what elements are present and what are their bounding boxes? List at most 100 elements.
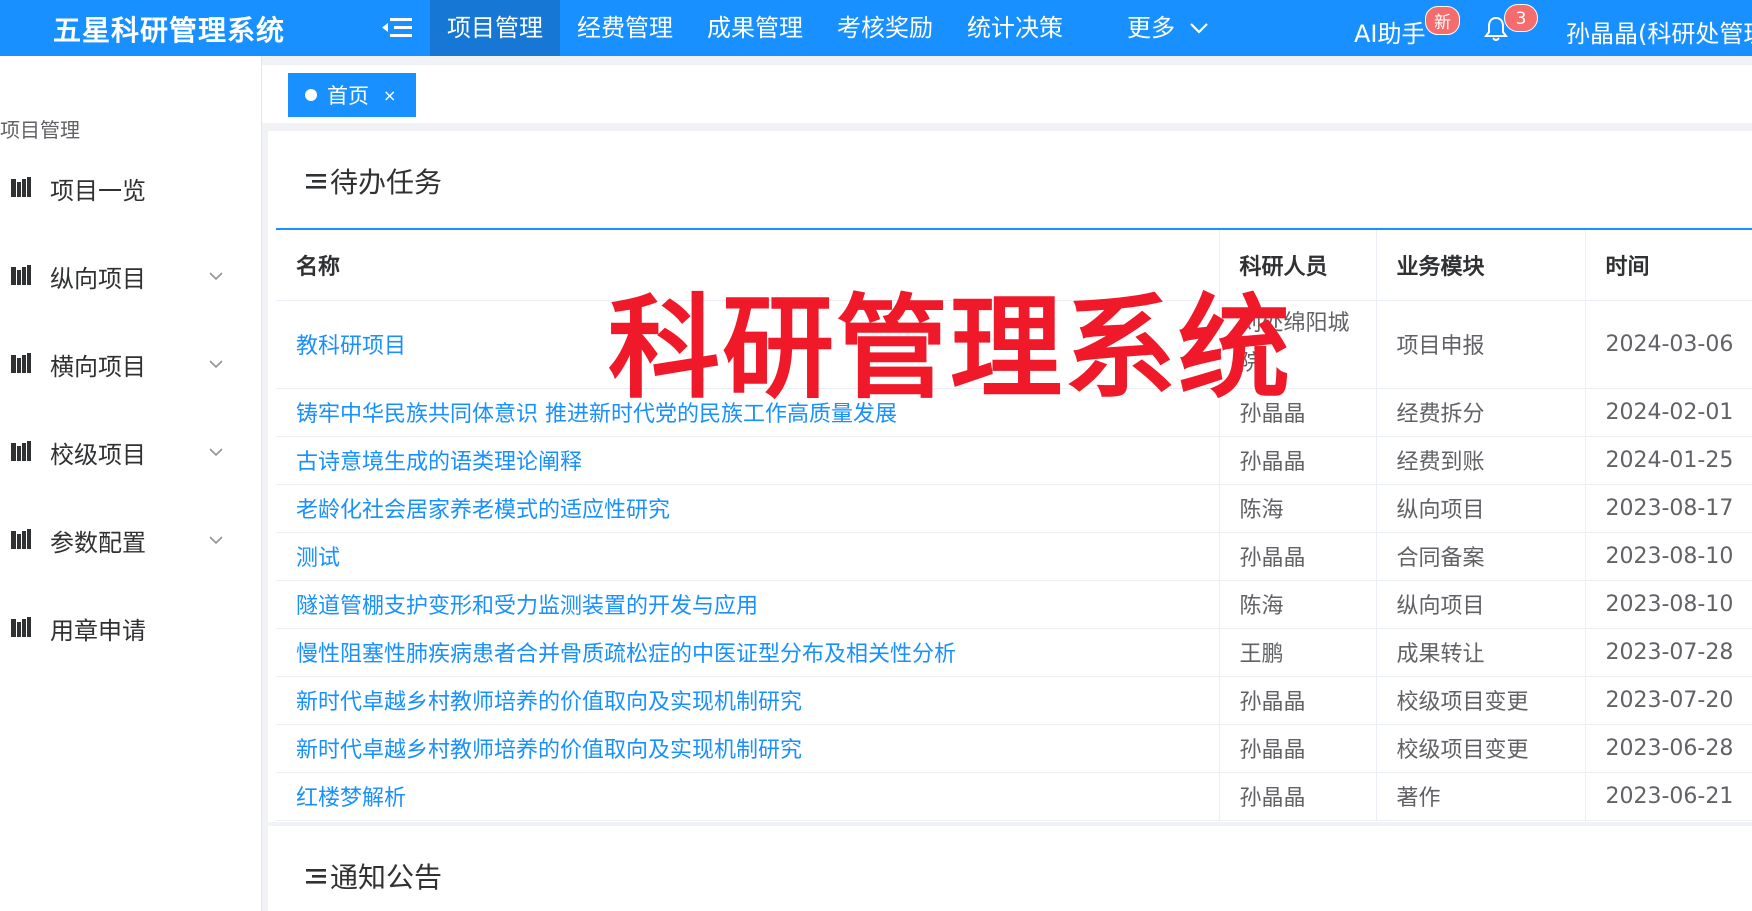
task-name-link[interactable]: 红楼梦解析 bbox=[276, 772, 1220, 821]
sidebar-item-school-projects[interactable]: 校级项目 bbox=[0, 428, 262, 476]
researcher-cell: 王鹏 bbox=[1219, 628, 1377, 677]
close-icon[interactable]: × bbox=[383, 86, 396, 105]
sidebar-item-label: 校级项目 bbox=[50, 440, 146, 469]
list-icon bbox=[306, 869, 326, 884]
new-badge: 新 bbox=[1425, 6, 1460, 35]
researcher-cell: 孙晶晶 bbox=[1219, 724, 1377, 773]
column-header-researcher[interactable]: 科研人员 bbox=[1219, 230, 1377, 301]
task-name-link[interactable]: 老龄化社会居家养老模式的适应性研究 bbox=[276, 484, 1220, 533]
list-icon bbox=[306, 174, 326, 189]
time-cell: 2023-08-10 bbox=[1585, 580, 1752, 629]
sidebar-item-project-overview[interactable]: 项目一览 bbox=[0, 164, 262, 212]
todo-table: 名称 科研人员 业务模块 时间 教科研项目 刘处绵阳城院 项目申报 2024-0… bbox=[276, 228, 1752, 821]
sidebar-item-label: 纵向项目 bbox=[50, 264, 146, 293]
nav-statistics-decision[interactable]: 统计决策 bbox=[950, 0, 1080, 56]
book-icon bbox=[11, 529, 31, 549]
sidebar-item-label: 项目一览 bbox=[50, 176, 146, 205]
column-header-name[interactable]: 名称 bbox=[276, 230, 1220, 301]
task-name-link[interactable]: 隧道管棚支护变形和受力监测装置的开发与应用 bbox=[276, 580, 1220, 629]
module-cell: 经费拆分 bbox=[1376, 388, 1586, 437]
module-cell: 纵向项目 bbox=[1376, 580, 1586, 629]
chevron-down-icon bbox=[209, 536, 223, 545]
notice-panel-header: 通知公告 bbox=[306, 856, 442, 896]
user-menu[interactable]: 孙晶晶(科研处管理员) bbox=[1566, 14, 1752, 49]
sidebar-item-vertical-projects[interactable]: 纵向项目 bbox=[0, 252, 262, 300]
menu-collapse-icon[interactable] bbox=[382, 15, 412, 41]
module-cell: 项目申报 bbox=[1376, 300, 1586, 389]
nav-achievement-management[interactable]: 成果管理 bbox=[690, 0, 820, 56]
table-row: 隧道管棚支护变形和受力监测装置的开发与应用 陈海 纵向项目 2023-08-10 bbox=[276, 580, 1752, 629]
time-cell: 2023-06-21 bbox=[1585, 772, 1752, 821]
sidebar-item-horizontal-projects[interactable]: 横向项目 bbox=[0, 340, 262, 388]
chevron-down-icon bbox=[209, 360, 223, 369]
researcher-cell: 孙晶晶 bbox=[1219, 772, 1377, 821]
todo-panel: 待办任务 名称 科研人员 业务模块 时间 教科研项目 刘处绵阳城院 项目申报 2… bbox=[268, 131, 1752, 822]
table-row: 老龄化社会居家养老模式的适应性研究 陈海 纵向项目 2023-08-17 bbox=[276, 484, 1752, 533]
ai-assistant-button[interactable]: AI助手 bbox=[1354, 14, 1426, 49]
task-name-link[interactable]: 测试 bbox=[276, 532, 1220, 581]
book-icon bbox=[11, 617, 31, 637]
module-cell: 成果转让 bbox=[1376, 628, 1586, 677]
module-cell: 著作 bbox=[1376, 772, 1586, 821]
column-header-time[interactable]: 时间 bbox=[1585, 230, 1752, 301]
sidebar-item-label: 用章申请 bbox=[50, 616, 146, 645]
book-icon bbox=[11, 177, 31, 197]
table-header-row: 名称 科研人员 业务模块 时间 bbox=[276, 230, 1752, 301]
researcher-cell: 孙晶晶 bbox=[1219, 676, 1377, 725]
researcher-cell: 孙晶晶 bbox=[1219, 436, 1377, 485]
nav-project-management[interactable]: 项目管理 bbox=[430, 0, 560, 56]
table-row: 新时代卓越乡村教师培养的价值取向及实现机制研究 孙晶晶 校级项目变更 2023-… bbox=[276, 724, 1752, 773]
task-name-link[interactable]: 新时代卓越乡村教师培养的价值取向及实现机制研究 bbox=[276, 676, 1220, 725]
table-row: 测试 孙晶晶 合同备案 2023-08-10 bbox=[276, 532, 1752, 581]
todo-panel-title: 待办任务 bbox=[330, 166, 443, 199]
sidebar: 项目管理 项目一览 纵向项目 横向项目 校级项目 参数配置 用章申请 bbox=[0, 56, 262, 911]
table-row: 铸牢中华民族共同体意识 推进新时代党的民族工作高质量发展 孙晶晶 经费拆分 20… bbox=[276, 388, 1752, 437]
task-name-link[interactable]: 教科研项目 bbox=[276, 300, 1220, 389]
task-name-link[interactable]: 铸牢中华民族共同体意识 推进新时代党的民族工作高质量发展 bbox=[276, 388, 1220, 437]
sidebar-item-parameter-config[interactable]: 参数配置 bbox=[0, 516, 262, 564]
table-row: 红楼梦解析 孙晶晶 著作 2023-06-21 bbox=[276, 772, 1752, 821]
module-cell: 校级项目变更 bbox=[1376, 724, 1586, 773]
nav-assessment-rewards[interactable]: 考核奖励 bbox=[820, 0, 950, 56]
chevron-down-icon bbox=[1190, 23, 1208, 34]
nav-more[interactable]: 更多 bbox=[1127, 0, 1209, 56]
chevron-down-icon bbox=[209, 272, 223, 281]
time-cell: 2024-02-01 bbox=[1585, 388, 1752, 437]
researcher-cell: 陈海 bbox=[1219, 484, 1377, 533]
sidebar-item-seal-application[interactable]: 用章申请 bbox=[0, 604, 262, 652]
sidebar-item-label: 横向项目 bbox=[50, 352, 146, 381]
nav-funding-management[interactable]: 经费管理 bbox=[560, 0, 690, 56]
nav-more-label: 更多 bbox=[1127, 14, 1175, 42]
time-cell: 2024-03-06 bbox=[1585, 300, 1752, 389]
table-row: 慢性阻塞性肺疾病患者合并骨质疏松症的中医证型分布及相关性分析 王鹏 成果转让 2… bbox=[276, 628, 1752, 677]
tab-home[interactable]: 首页 × bbox=[288, 73, 416, 117]
task-name-link[interactable]: 古诗意境生成的语类理论阐释 bbox=[276, 436, 1220, 485]
notice-panel: 通知公告 bbox=[268, 826, 1752, 911]
time-cell: 2023-08-10 bbox=[1585, 532, 1752, 581]
sidebar-section-title: 项目管理 bbox=[0, 118, 80, 142]
table-row: 古诗意境生成的语类理论阐释 孙晶晶 经费到账 2024-01-25 bbox=[276, 436, 1752, 485]
chevron-down-icon bbox=[209, 448, 223, 457]
module-cell: 纵向项目 bbox=[1376, 484, 1586, 533]
time-cell: 2023-07-28 bbox=[1585, 628, 1752, 677]
book-icon bbox=[11, 441, 31, 461]
task-name-link[interactable]: 慢性阻塞性肺疾病患者合并骨质疏松症的中医证型分布及相关性分析 bbox=[276, 628, 1220, 677]
researcher-cell: 孙晶晶 bbox=[1219, 388, 1377, 437]
module-cell: 校级项目变更 bbox=[1376, 676, 1586, 725]
main-nav: 项目管理 经费管理 成果管理 考核奖励 统计决策 bbox=[430, 0, 1080, 56]
time-cell: 2023-07-20 bbox=[1585, 676, 1752, 725]
sidebar-item-label: 参数配置 bbox=[50, 528, 146, 557]
notification-count-badge: 3 bbox=[1504, 4, 1538, 32]
task-name-link[interactable]: 新时代卓越乡村教师培养的价值取向及实现机制研究 bbox=[276, 724, 1220, 773]
active-dot-icon bbox=[305, 89, 317, 101]
time-cell: 2024-01-25 bbox=[1585, 436, 1752, 485]
researcher-cell: 刘处绵阳城院 bbox=[1219, 300, 1377, 389]
todo-panel-header: 待办任务 bbox=[306, 161, 442, 201]
table-row: 新时代卓越乡村教师培养的价值取向及实现机制研究 孙晶晶 校级项目变更 2023-… bbox=[276, 676, 1752, 725]
tabs-bar: 首页 × bbox=[262, 65, 1752, 123]
book-icon bbox=[11, 353, 31, 373]
time-cell: 2023-08-17 bbox=[1585, 484, 1752, 533]
column-header-module[interactable]: 业务模块 bbox=[1376, 230, 1586, 301]
time-cell: 2023-06-28 bbox=[1585, 724, 1752, 773]
app-logo-title: 五星科研管理系统 bbox=[53, 14, 286, 47]
